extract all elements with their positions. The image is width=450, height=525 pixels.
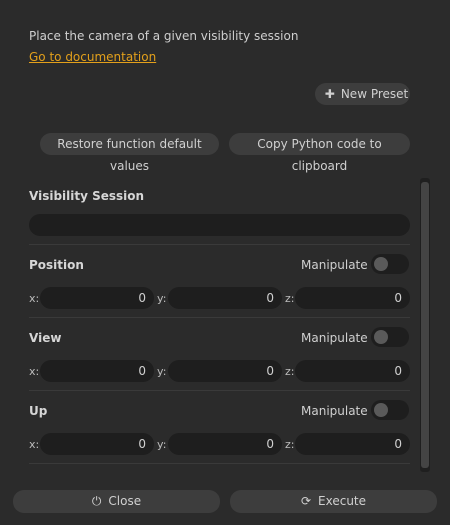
function-description: Place the camera of a given visibility s…: [29, 29, 299, 43]
documentation-link[interactable]: Go to documentation: [29, 50, 156, 64]
execute-button[interactable]: ⟳ Execute: [230, 490, 437, 513]
toggle-knob: [374, 330, 388, 344]
divider: [29, 390, 410, 391]
toggle-knob: [374, 403, 388, 417]
up-x-input[interactable]: 0: [40, 433, 154, 455]
divider: [29, 463, 410, 464]
position-x-label: x:: [29, 292, 40, 305]
position-x-input[interactable]: 0: [40, 287, 154, 309]
position-y-label: y:: [157, 292, 167, 305]
position-z-label: z:: [285, 292, 295, 305]
up-y-label: y:: [157, 438, 167, 451]
position-manipulate-toggle[interactable]: [371, 254, 409, 274]
view-x-input[interactable]: 0: [40, 360, 154, 382]
view-label: View: [29, 331, 62, 345]
view-z-input[interactable]: 0: [295, 360, 410, 382]
position-y-input[interactable]: 0: [168, 287, 282, 309]
up-y-input[interactable]: 0: [168, 433, 282, 455]
view-x-label: x:: [29, 365, 40, 378]
view-manipulate-label: Manipulate: [301, 331, 368, 345]
refresh-icon: ⟳: [300, 494, 312, 508]
up-manipulate-toggle[interactable]: [371, 400, 409, 420]
divider: [29, 244, 410, 245]
divider: [29, 317, 410, 318]
view-z-label: z:: [285, 365, 295, 378]
scrollbar-thumb[interactable]: [421, 182, 429, 468]
restore-defaults-button[interactable]: Restore function default values: [40, 133, 219, 173]
execute-label: Execute: [318, 494, 367, 508]
visibility-session-label: Visibility Session: [29, 189, 145, 203]
up-manipulate-label: Manipulate: [301, 404, 368, 418]
up-z-label: z:: [285, 438, 295, 451]
power-icon: ⏻: [91, 494, 102, 508]
parameters-panel: Visibility Session Position Manipulate x…: [29, 178, 410, 472]
position-z-input[interactable]: 0: [295, 287, 410, 309]
toggle-knob: [374, 257, 388, 271]
up-x-label: x:: [29, 438, 40, 451]
up-z-input[interactable]: 0: [295, 433, 410, 455]
copy-python-button[interactable]: Copy Python code to clipboard: [229, 133, 410, 173]
up-label: Up: [29, 404, 48, 418]
panel-scrollbar[interactable]: [420, 178, 430, 472]
plus-icon: ✚: [324, 87, 335, 101]
close-label: Close: [108, 494, 142, 508]
new-preset-button[interactable]: ✚ New Preset: [315, 83, 410, 105]
view-manipulate-toggle[interactable]: [371, 327, 409, 347]
close-button[interactable]: ⏻ Close: [13, 490, 220, 513]
position-manipulate-label: Manipulate: [301, 258, 368, 272]
position-label: Position: [29, 258, 84, 272]
view-y-label: y:: [157, 365, 167, 378]
new-preset-label: New Preset: [340, 87, 409, 101]
view-y-input[interactable]: 0: [168, 360, 282, 382]
visibility-session-select[interactable]: [29, 214, 410, 236]
